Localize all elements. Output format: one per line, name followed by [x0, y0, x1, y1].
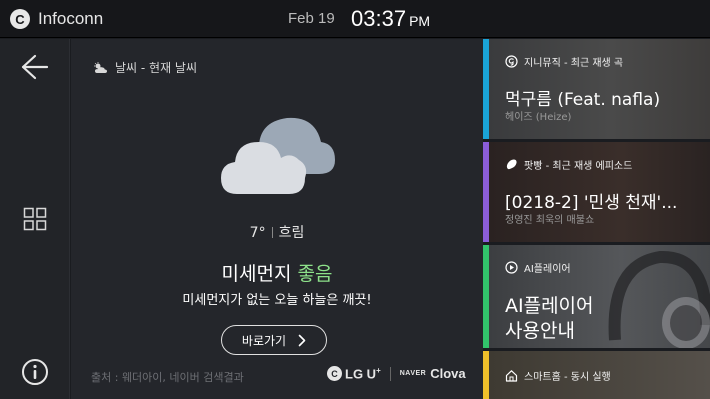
card-label-text: 팟빵 - 최근 재생 에피소드: [524, 161, 633, 172]
fine-dust-title: 미세먼지 좋음: [71, 259, 483, 286]
fine-dust-status: 좋음: [297, 263, 333, 285]
partner-divider: [389, 366, 391, 381]
chevron-right-icon: [298, 334, 306, 346]
clock: 03:37 PM: [351, 6, 430, 32]
card-subtitle: 헤이즈 (Heize): [505, 112, 572, 123]
date: Feb 19: [288, 10, 335, 27]
info-icon: [22, 359, 48, 385]
naver-logo: NAVER: [399, 370, 427, 378]
lg-uplus-logo: LG U+: [345, 366, 381, 381]
clova-logo: Clova: [430, 366, 466, 382]
goto-label: 바로가기: [241, 333, 287, 348]
source-credit: 출처 : 웨더아이, 네이버 검색결과: [91, 371, 244, 384]
goto-button[interactable]: 바로가기: [221, 325, 327, 355]
weather-header-label: 날씨 - 현재 날씨: [115, 61, 198, 75]
genie-music-icon: [505, 55, 518, 68]
fine-dust-description: 미세먼지가 없는 오늘 하늘은 깨끗!: [182, 293, 372, 308]
fine-dust-label: 미세먼지: [221, 263, 292, 285]
weather-header: 날씨 - 현재 날씨: [93, 59, 197, 76]
status-bar: C Infoconn Feb 19 03:37 PM: [0, 0, 710, 38]
weather-condition: 흐림: [278, 225, 305, 241]
ai-player-icon: [505, 261, 518, 274]
partner-logos: C LG U+ NAVER Clova: [327, 366, 466, 381]
card-label: 스마트홈 - 동시 실행: [505, 368, 611, 383]
card-label-text: 지니뮤직 - 최근 재생 곡: [524, 58, 624, 69]
card-subtitle: 정영진 최욱의 매불쇼: [505, 215, 595, 226]
lg-uplus-plus: +: [376, 366, 381, 375]
divider: [271, 227, 273, 238]
cloud-icon: [221, 117, 335, 194]
infoconn-logo-icon: C: [10, 9, 30, 29]
smart-home-icon: [505, 369, 518, 382]
card-label-text: AI플레이어: [524, 264, 571, 275]
back-button[interactable]: [14, 46, 56, 88]
lg-uplus-text: LG U: [345, 366, 377, 382]
card-title: AI플레이어: [505, 295, 594, 317]
info-button[interactable]: [14, 351, 56, 393]
weather-panel: 날씨 - 현재 날씨 7° 흐림 미세먼지 좋음 미세먼지가 없는 오늘 하늘은 …: [71, 39, 483, 399]
card-smart-home[interactable]: 스마트홈 - 동시 실행: [483, 351, 710, 399]
card-podbbang[interactable]: 팟빵 - 최근 재생 에피소드 [0218-2] '민생 천재'... 정영진 …: [483, 142, 710, 242]
card-title-line2: 사용안내: [505, 320, 575, 342]
temperature: 7°: [249, 225, 266, 241]
side-rail: [0, 39, 70, 399]
clock-ampm: PM: [409, 13, 431, 29]
back-arrow-icon: [21, 54, 49, 80]
card-label-text: 스마트홈 - 동시 실행: [524, 372, 611, 383]
partly-cloudy-icon: [94, 61, 107, 73]
menu-grid-button[interactable]: [14, 198, 56, 240]
temperature-row: 7° 흐림: [71, 222, 483, 242]
grid-icon: [23, 207, 47, 231]
card-label: 팟빵 - 최근 재생 에피소드: [505, 157, 632, 172]
card-genie-music[interactable]: 지니뮤직 - 최근 재생 곡 먹구름 (Feat. nafla) 헤이즈 (He…: [483, 39, 710, 139]
card-title: 먹구름 (Feat. nafla): [505, 90, 661, 110]
card-label: 지니뮤직 - 최근 재생 곡: [505, 54, 623, 69]
podbbang-icon: [505, 158, 518, 171]
card-label: AI플레이어: [505, 260, 571, 275]
clock-time: 03:37: [351, 6, 407, 31]
lg-uplus-logo-icon: C: [327, 366, 342, 382]
card-ai-player[interactable]: AI플레이어 AI플레이어 사용안내: [483, 245, 710, 348]
card-title: [0218-2] '민생 천재'...: [505, 193, 678, 213]
brand: C Infoconn: [10, 7, 103, 31]
brand-name: Infoconn: [38, 9, 104, 28]
